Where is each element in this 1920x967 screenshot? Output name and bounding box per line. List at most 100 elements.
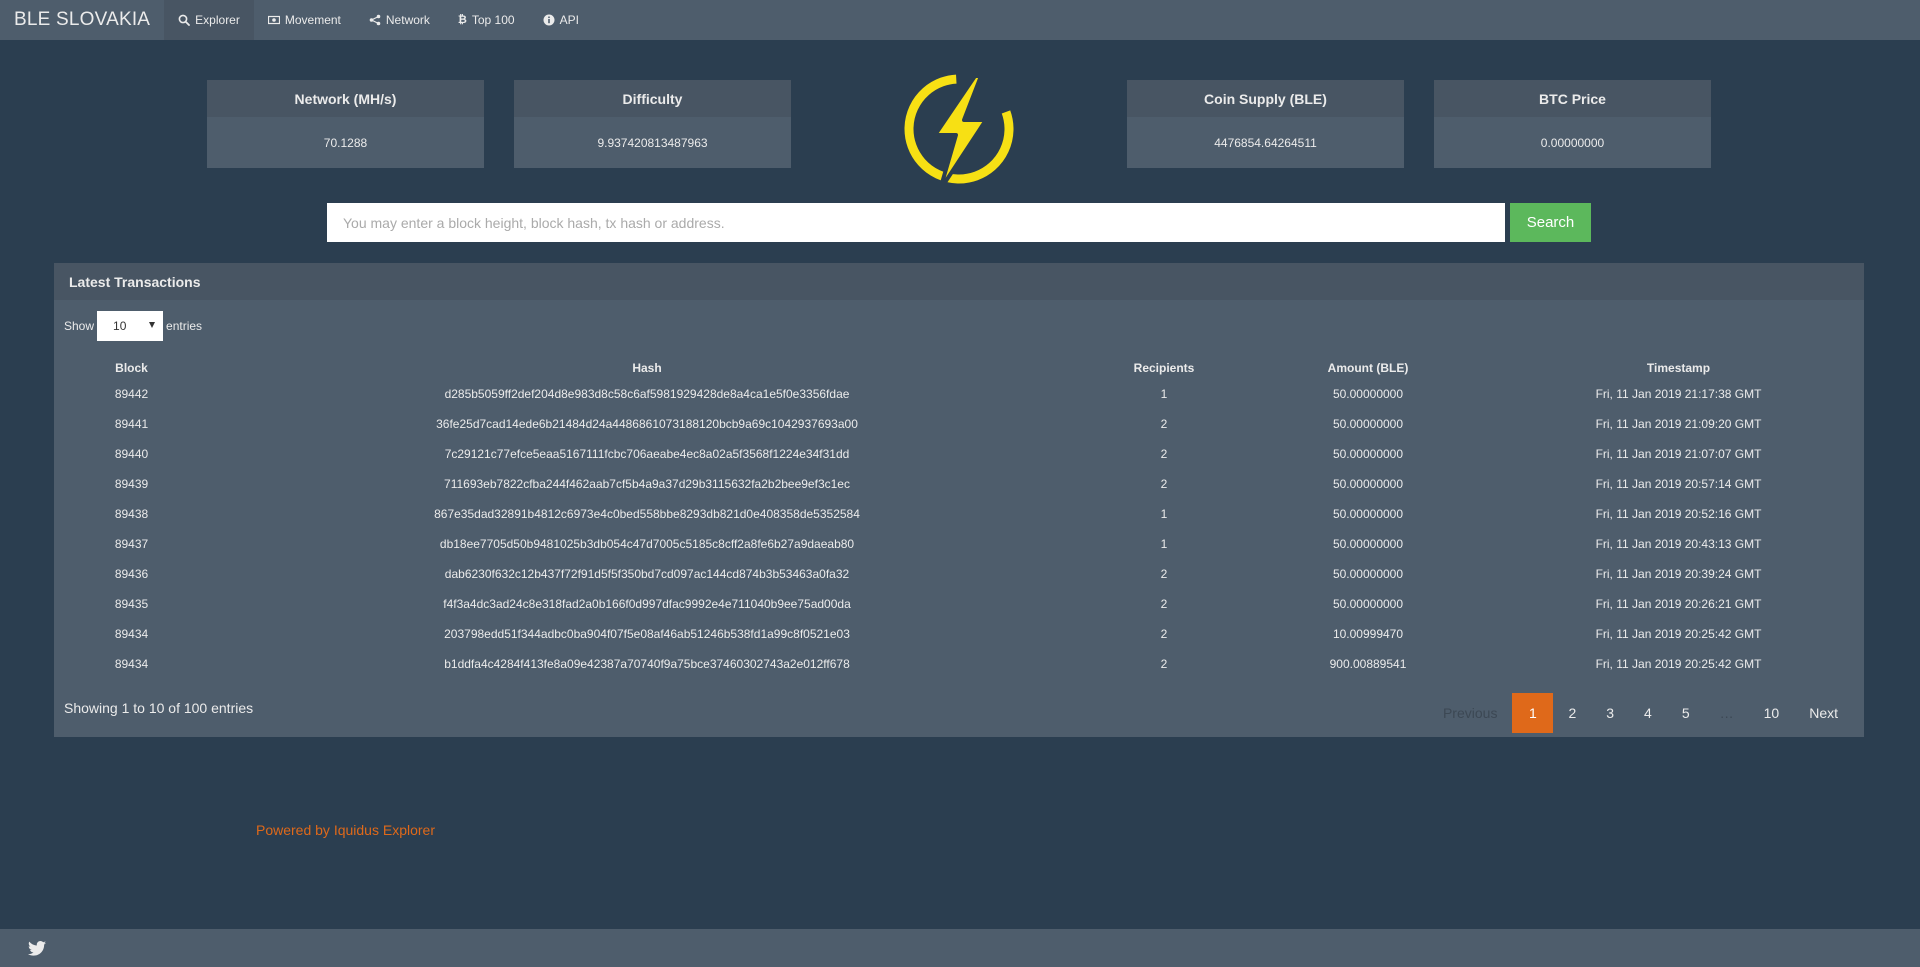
pagination-page-4[interactable]: 4 xyxy=(1629,693,1667,733)
entries-select-value: 10 xyxy=(113,319,127,333)
powered-by-link[interactable]: Powered by Iquidus Explorer xyxy=(256,822,435,838)
pagination-next[interactable]: Next xyxy=(1794,693,1853,733)
search-input[interactable] xyxy=(327,203,1505,242)
footer-bar xyxy=(0,929,1920,967)
network-hashrate-panel: Network (MH/s) 70.1288 xyxy=(207,80,484,168)
cell-hash[interactable]: 203798edd51f344adbc0ba904f07f5e08af46ab5… xyxy=(209,619,1085,649)
cell-timestamp: Fri, 11 Jan 2019 20:57:14 GMT xyxy=(1595,477,1762,491)
panel-title: Difficulty xyxy=(514,80,791,117)
cell-block[interactable]: 89440 xyxy=(54,439,209,469)
cell-hash[interactable]: 711693eb7822cfba244f462aab7cf5b4a9a37d29… xyxy=(209,469,1085,499)
cell-amount: 50.00000000 xyxy=(1332,597,1404,611)
column-header-hash[interactable]: Hash xyxy=(209,356,1085,379)
pagination: Previous 1 2 3 4 5 … 10 Next xyxy=(1428,693,1853,733)
cell-block[interactable]: 89435 xyxy=(54,589,209,619)
table-info: Showing 1 to 10 of 100 entries xyxy=(64,700,254,716)
cell-recipients: 1 xyxy=(1160,387,1168,401)
cell-block[interactable]: 89439 xyxy=(54,469,209,499)
cell-hash[interactable]: 36fe25d7cad14ede6b21484d24a4486861073188… xyxy=(209,409,1085,439)
cell-recipients: 1 xyxy=(1160,537,1168,551)
pagination-page-5[interactable]: 5 xyxy=(1667,693,1705,733)
cell-block[interactable]: 89442 xyxy=(54,379,209,409)
nav-item-api[interactable]: API xyxy=(529,0,593,40)
transactions-table: Block Hash Recipients Amount (BLE) Times… xyxy=(54,356,1864,679)
cell-timestamp: Fri, 11 Jan 2019 20:26:21 GMT xyxy=(1595,597,1762,611)
cell-hash[interactable]: 867e35dad32891b4812c6973e4c0bed558bbe829… xyxy=(209,499,1085,529)
table-row: 89434 203798edd51f344adbc0ba904f07f5e08af… xyxy=(54,619,1864,649)
column-header-amount[interactable]: Amount (BLE) xyxy=(1243,356,1493,379)
cell-hash[interactable]: db18ee7705d50b9481025b3db054c47d7005c518… xyxy=(209,529,1085,559)
table-row: 89437 db18ee7705d50b9481025b3db054c47d700… xyxy=(54,529,1864,559)
cell-hash[interactable]: d285b5059ff2def204d8e983d8c58c6af5981929… xyxy=(209,379,1085,409)
cell-block[interactable]: 89436 xyxy=(54,559,209,589)
entries-select[interactable]: 10 xyxy=(97,311,164,341)
cell-block[interactable]: 89441 xyxy=(54,409,209,439)
entries-label: entries xyxy=(166,319,203,333)
cell-amount: 50.00000000 xyxy=(1332,477,1404,491)
btc-price-panel: BTC Price 0.00000000 xyxy=(1434,80,1711,168)
column-header-recipients[interactable]: Recipients xyxy=(1085,356,1243,379)
share-icon xyxy=(369,14,381,26)
panel-value: 70.1288 xyxy=(323,135,368,150)
panel-value: 9.937420813487963 xyxy=(597,135,708,150)
cell-hash[interactable]: f4f3a4dc3ad24c8e318fad2a0b166f0d997dfac9… xyxy=(209,589,1085,619)
nav-item-label: Network xyxy=(385,13,430,27)
search-button[interactable]: Search xyxy=(1510,203,1591,242)
panel-title: Coin Supply (BLE) xyxy=(1127,80,1404,117)
pagination-page-3[interactable]: 3 xyxy=(1591,693,1629,733)
cell-block[interactable]: 89434 xyxy=(54,619,209,649)
cell-amount: 50.00000000 xyxy=(1332,567,1404,581)
cell-block[interactable]: 89438 xyxy=(54,499,209,529)
lightning-bolt-icon xyxy=(904,74,1014,186)
navbar: BLE SLOVAKIA Explorer Movement Network ₿… xyxy=(0,0,1920,40)
panel-value: 0.00000000 xyxy=(1540,135,1605,150)
cell-hash[interactable]: dab6230f632c12b437f72f91d5f5f350bd7cd097… xyxy=(209,559,1085,589)
cell-hash[interactable]: b1ddfa4c4284f413fe8a09e42387a70740f9a75b… xyxy=(209,649,1085,679)
cell-timestamp: Fri, 11 Jan 2019 21:17:38 GMT xyxy=(1595,387,1762,401)
nav-item-label: Movement xyxy=(284,13,341,27)
table-row: 89436 dab6230f632c12b437f72f91d5f5f350bd7… xyxy=(54,559,1864,589)
cell-timestamp: Fri, 11 Jan 2019 20:43:13 GMT xyxy=(1595,537,1762,551)
cell-recipients: 2 xyxy=(1160,597,1168,611)
cell-amount: 50.00000000 xyxy=(1332,417,1404,431)
cell-amount: 900.00889541 xyxy=(1329,657,1407,671)
cell-amount: 10.00999470 xyxy=(1332,627,1404,641)
nav-item-network[interactable]: Network xyxy=(355,0,444,40)
nav-item-movement[interactable]: Movement xyxy=(254,0,355,40)
latest-transactions-panel: Latest Transactions Show 10 entries Bloc… xyxy=(54,263,1864,737)
pagination-page-10[interactable]: 10 xyxy=(1749,693,1795,733)
pagination-page-2[interactable]: 2 xyxy=(1553,693,1591,733)
nav-item-explorer[interactable]: Explorer xyxy=(164,0,254,40)
pagination-ellipsis: … xyxy=(1719,705,1734,721)
nav-item-label: Explorer xyxy=(195,13,240,27)
table-row: 89434 b1ddfa4c4284f413fe8a09e42387a70740f… xyxy=(54,649,1864,679)
cell-block[interactable]: 89437 xyxy=(54,529,209,559)
nav-item-top-100[interactable]: ₿ Top 100 xyxy=(444,0,529,40)
panel-title: BTC Price xyxy=(1434,80,1711,117)
column-header-block[interactable]: Block xyxy=(54,356,209,379)
nav-item-label: API xyxy=(559,13,579,27)
caret-down-icon xyxy=(149,322,156,328)
search-icon xyxy=(178,14,191,26)
column-header-timestamp[interactable]: Timestamp xyxy=(1493,356,1864,379)
cell-hash[interactable]: 7c29121c77efce5eaa5167111fcbc706aeabe4ec… xyxy=(209,439,1085,469)
cell-timestamp: Fri, 11 Jan 2019 20:39:24 GMT xyxy=(1595,567,1762,581)
panel-value: 4476854.64264511 xyxy=(1214,135,1317,150)
table-row: 89438 867e35dad32891b4812c6973e4c0bed558b… xyxy=(54,499,1864,529)
panel-title: Network (MH/s) xyxy=(207,80,484,117)
cell-recipients: 2 xyxy=(1160,657,1168,671)
cell-amount: 50.00000000 xyxy=(1332,507,1404,521)
twitter-icon[interactable] xyxy=(28,941,46,956)
coin-supply-panel: Coin Supply (BLE) 4476854.64264511 xyxy=(1127,80,1404,168)
cell-timestamp: Fri, 11 Jan 2019 20:25:42 GMT xyxy=(1595,627,1762,641)
table-row: 89440 7c29121c77efce5eaa5167111fcbc706aea… xyxy=(54,439,1864,469)
pagination-page-1[interactable]: 1 xyxy=(1512,693,1554,733)
cell-amount: 50.00000000 xyxy=(1332,537,1404,551)
transactions-table-body: 89442 d285b5059ff2def204d8e983d8c58c6af59… xyxy=(54,379,1864,679)
cell-timestamp: Fri, 11 Jan 2019 20:52:16 GMT xyxy=(1595,507,1762,521)
table-header-row: Block Hash Recipients Amount (BLE) Times… xyxy=(54,356,1864,379)
pagination-previous[interactable]: Previous xyxy=(1428,693,1512,733)
cell-block[interactable]: 89434 xyxy=(54,649,209,679)
table-row: 89441 36fe25d7cad14ede6b21484d24a44868610… xyxy=(54,409,1864,439)
brand-link[interactable]: BLE SLOVAKIA xyxy=(0,0,164,40)
